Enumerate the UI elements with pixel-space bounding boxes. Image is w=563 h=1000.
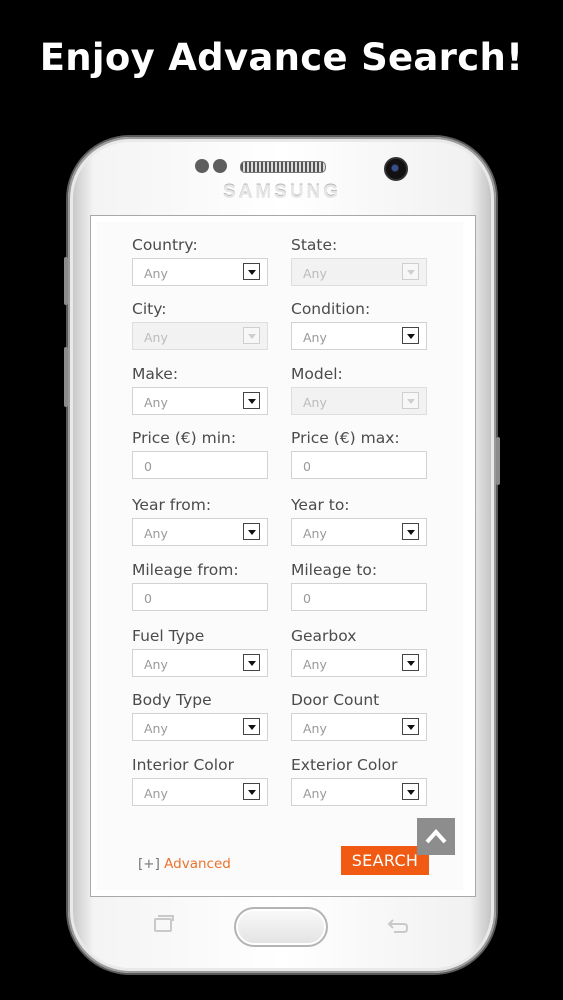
chevron-down-icon <box>402 783 419 800</box>
door-count-label: Door Count <box>291 691 380 709</box>
chevron-down-icon <box>402 263 419 280</box>
body-type-selected-value: Any <box>144 721 168 736</box>
country-label: Country: <box>132 236 198 254</box>
chevron-down-icon <box>402 718 419 735</box>
chevron-up-icon <box>425 829 447 844</box>
chevron-down-icon <box>402 327 419 344</box>
sensor-dot-icon <box>195 159 209 173</box>
mileage-from-input[interactable]: 0 <box>132 583 268 611</box>
model-selected-value: Any <box>303 395 327 410</box>
gearbox-select[interactable]: Any <box>291 649 427 677</box>
country-select[interactable]: Any <box>132 258 268 286</box>
earpiece-speaker <box>240 161 326 173</box>
price-min-input-value: 0 <box>144 459 152 474</box>
fuel-type-label: Fuel Type <box>132 627 205 645</box>
advanced-toggle-prefix: [+] <box>138 856 160 872</box>
promo-title: Enjoy Advance Search! <box>39 36 524 79</box>
price-min-input[interactable]: 0 <box>132 451 268 479</box>
state-selected-value: Any <box>303 266 327 281</box>
state-select: Any <box>291 258 427 286</box>
price-min-label: Price (€) min: <box>132 429 237 447</box>
advanced-toggle-link[interactable]: [+] Advanced <box>138 856 231 872</box>
make-select[interactable]: Any <box>132 387 268 415</box>
price-max-input[interactable]: 0 <box>291 451 427 479</box>
fuel-type-select[interactable]: Any <box>132 649 268 677</box>
interior-color-select[interactable]: Any <box>132 778 268 806</box>
city-select: Any <box>132 322 268 350</box>
condition-selected-value: Any <box>303 330 327 345</box>
volume-up-button <box>64 257 68 305</box>
chevron-down-icon <box>243 718 260 735</box>
country-selected-value: Any <box>144 266 168 281</box>
advanced-search-form: Country: Any State: Any City: Any Condition: An… <box>97 222 463 890</box>
phone-brand-logo: SAMSUNG <box>222 182 342 203</box>
body-type-select[interactable]: Any <box>132 713 268 741</box>
search-button[interactable]: SEARCH <box>341 846 429 875</box>
body-type-label: Body Type <box>132 691 212 709</box>
volume-down-button <box>64 347 68 407</box>
front-camera-icon <box>384 157 408 181</box>
interior-color-selected-value: Any <box>144 786 168 801</box>
chevron-down-icon <box>243 263 260 280</box>
power-button <box>496 437 500 485</box>
chevron-down-icon <box>402 392 419 409</box>
city-label: City: <box>132 300 167 318</box>
mileage-from-input-value: 0 <box>144 591 152 606</box>
gearbox-selected-value: Any <box>303 657 327 672</box>
price-max-input-value: 0 <box>303 459 311 474</box>
chevron-down-icon <box>243 327 260 344</box>
interior-color-label: Interior Color <box>132 756 234 774</box>
state-label: State: <box>291 236 338 254</box>
door-count-select[interactable]: Any <box>291 713 427 741</box>
chevron-down-icon <box>243 783 260 800</box>
model-select: Any <box>291 387 427 415</box>
mileage-to-input[interactable]: 0 <box>291 583 427 611</box>
condition-select[interactable]: Any <box>291 322 427 350</box>
exterior-color-selected-value: Any <box>303 786 327 801</box>
fuel-type-selected-value: Any <box>144 657 168 672</box>
phone-frame: SAMSUNG Country: Any State: Any City: Any Cond… <box>64 137 500 973</box>
make-selected-value: Any <box>144 395 168 410</box>
year-from-select[interactable]: Any <box>132 518 268 546</box>
year-to-selected-value: Any <box>303 526 327 541</box>
sensor-dot-icon <box>213 159 227 173</box>
condition-label: Condition: <box>291 300 371 318</box>
exterior-color-select[interactable]: Any <box>291 778 427 806</box>
door-count-selected-value: Any <box>303 721 327 736</box>
chevron-down-icon <box>243 523 260 540</box>
home-button[interactable] <box>234 907 328 947</box>
chevron-down-icon <box>243 392 260 409</box>
chevron-down-icon <box>402 523 419 540</box>
back-icon[interactable] <box>386 917 410 935</box>
advanced-toggle-label: Advanced <box>164 856 231 872</box>
mileage-to-label: Mileage to: <box>291 561 378 579</box>
mileage-to-input-value: 0 <box>303 591 311 606</box>
year-from-selected-value: Any <box>144 526 168 541</box>
scroll-to-top-button[interactable] <box>417 818 455 855</box>
make-label: Make: <box>132 365 179 383</box>
price-max-label: Price (€) max: <box>291 429 400 447</box>
year-to-label: Year to: <box>291 496 350 514</box>
year-to-select[interactable]: Any <box>291 518 427 546</box>
gearbox-label: Gearbox <box>291 627 357 645</box>
year-from-label: Year from: <box>132 496 212 514</box>
phone-screen: Country: Any State: Any City: Any Condition: An… <box>90 215 476 897</box>
model-label: Model: <box>291 365 343 383</box>
exterior-color-label: Exterior Color <box>291 756 398 774</box>
city-selected-value: Any <box>144 330 168 345</box>
recent-apps-icon[interactable] <box>154 915 174 932</box>
chevron-down-icon <box>243 654 260 671</box>
chevron-down-icon <box>402 654 419 671</box>
mileage-from-label: Mileage from: <box>132 561 239 579</box>
